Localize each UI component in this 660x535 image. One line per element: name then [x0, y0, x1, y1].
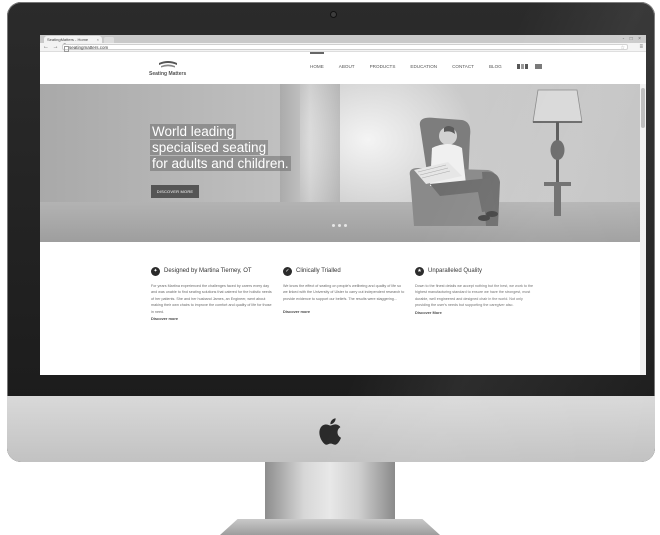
- slider-dot[interactable]: [338, 224, 341, 227]
- nav-education[interactable]: EDUCATION: [410, 64, 437, 69]
- feature-quality: ★ Unparalleled Quality Down to the fines…: [415, 266, 537, 315]
- hero-banner: World leading specialised seating for ad…: [40, 84, 640, 242]
- feature-body: Down to the finest details we accept not…: [415, 284, 534, 308]
- address-bar[interactable]: seatingmatters.com ☆: [62, 44, 628, 52]
- camera-icon: [331, 12, 336, 17]
- logo-mark-icon: [159, 61, 177, 68]
- discover-more-button[interactable]: DISCOVER MORE: [151, 185, 199, 198]
- bookmark-star-icon[interactable]: ☆: [621, 45, 625, 51]
- logo-text: Seating Matters: [149, 71, 187, 77]
- imac-stand: [265, 462, 395, 522]
- nav-home[interactable]: HOME: [310, 52, 324, 69]
- hero-headline: World leading specialised seating for ad…: [150, 124, 291, 172]
- browser-menu-icon[interactable]: ≡: [639, 43, 643, 51]
- window-controls[interactable]: - □ ×: [623, 36, 643, 42]
- site-header: Seating Matters HOME ABOUT PRODUCTS EDUC…: [40, 52, 646, 84]
- hero-headline-line-3: for adults and children.: [150, 156, 291, 171]
- slider-dots: [332, 224, 347, 227]
- feature-discover-link[interactable]: Discover More: [415, 310, 537, 315]
- slider-dot[interactable]: [344, 224, 347, 227]
- browser-window: SeatingMatters - Home × - □ × ← → C seat…: [40, 35, 646, 375]
- lightbulb-icon: ✦: [151, 266, 160, 276]
- nav-products[interactable]: PRODUCTS: [370, 64, 396, 69]
- star-icon: ★: [415, 266, 424, 276]
- lamp-illustration: [532, 89, 583, 216]
- tab-close-icon[interactable]: ×: [97, 36, 99, 43]
- nav-about[interactable]: ABOUT: [339, 64, 355, 69]
- tab-title: SeatingMatters - Home: [47, 37, 89, 42]
- features-section: ✦ Designed by Martina Tierney, OT For ye…: [40, 242, 640, 375]
- mail-icon[interactable]: [534, 64, 542, 69]
- feature-title: Clinically Trialled: [296, 268, 341, 274]
- language-flag-icon[interactable]: [516, 64, 529, 69]
- feature-title: Designed by Martina Tierney, OT: [164, 268, 252, 274]
- url-text: seatingmatters.com: [69, 45, 109, 50]
- nav-blog[interactable]: BLOG: [489, 64, 502, 69]
- feature-trialled: ✓ Clinically Trialled We know the effect…: [283, 266, 405, 314]
- feature-body: For years Martina experienced the challe…: [151, 284, 272, 314]
- browser-tab[interactable]: SeatingMatters - Home ×: [44, 36, 102, 43]
- slider-dot[interactable]: [332, 224, 335, 227]
- feature-title: Unparalleled Quality: [428, 268, 483, 274]
- nav-contact[interactable]: CONTACT: [452, 64, 474, 69]
- browser-toolbar: ← → C seatingmatters.com ☆ ≡: [40, 43, 646, 52]
- site-logo[interactable]: Seating Matters: [149, 60, 189, 78]
- imac-stand-base: [220, 519, 440, 535]
- imac-display: SeatingMatters - Home × - □ × ← → C seat…: [7, 2, 655, 462]
- feature-designed: ✦ Designed by Martina Tierney, OT For ye…: [151, 266, 273, 321]
- feature-discover-link[interactable]: Discover more: [283, 309, 405, 314]
- page-scrollbar[interactable]: [640, 84, 646, 375]
- main-nav: HOME ABOUT PRODUCTS EDUCATION CONTACT BL…: [310, 52, 542, 69]
- apple-logo-icon: [319, 418, 341, 445]
- tab-bar: SeatingMatters - Home × - □ ×: [40, 35, 646, 43]
- feature-discover-link[interactable]: Discover more: [151, 316, 273, 321]
- man-in-chair-illustration: [409, 117, 500, 226]
- hero-headline-line-1: World leading: [150, 124, 237, 139]
- feature-body: We know the effect of seating on people'…: [283, 284, 405, 301]
- check-icon: ✓: [283, 266, 292, 276]
- scrollbar-thumb[interactable]: [641, 88, 645, 128]
- hero-headline-line-2: specialised seating: [150, 140, 269, 155]
